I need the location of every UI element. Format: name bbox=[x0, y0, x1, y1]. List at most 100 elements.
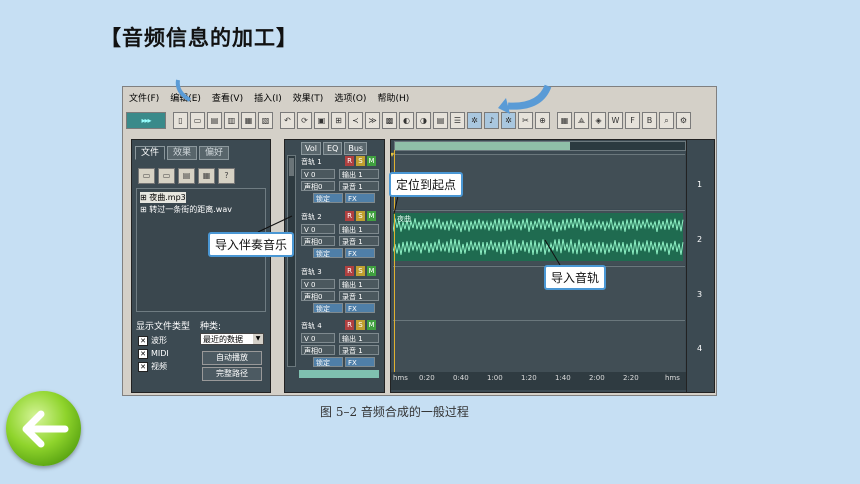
kind-select[interactable]: 最近的数据 ▼ bbox=[200, 333, 264, 345]
new-file-icon[interactable]: ▯ bbox=[173, 111, 188, 129]
file-item[interactable]: ⊞ 夜曲.mp3 bbox=[140, 192, 186, 203]
open-file-icon[interactable]: ▭ bbox=[190, 111, 205, 129]
cut-icon[interactable]: ✂ bbox=[518, 111, 533, 129]
stretch-icon[interactable]: ▤ bbox=[433, 111, 448, 129]
volume-field[interactable]: V 0 bbox=[301, 279, 335, 289]
solo-button[interactable]: S bbox=[356, 266, 365, 276]
trim-icon[interactable]: ✲ bbox=[501, 111, 516, 129]
align-icon[interactable]: ♪ bbox=[484, 111, 499, 129]
track-lane[interactable]: 夜曲 bbox=[392, 210, 685, 265]
fx-button[interactable]: FX bbox=[345, 357, 375, 367]
back-button[interactable] bbox=[6, 391, 81, 466]
pan-field[interactable]: 声相0 bbox=[301, 291, 335, 301]
menu-help[interactable]: 帮助(H) bbox=[377, 91, 409, 104]
record-field[interactable]: 录音 1 bbox=[339, 291, 379, 301]
menu-edit[interactable]: 编辑(E) bbox=[170, 91, 201, 104]
envelope-icon[interactable]: ≺ bbox=[348, 111, 363, 129]
merge-icon[interactable]: ▦ bbox=[557, 111, 572, 129]
menu-view[interactable]: 查看(V) bbox=[212, 91, 243, 104]
snap-icon[interactable]: ≫ bbox=[365, 111, 380, 129]
undo-icon[interactable]: ↶ bbox=[280, 111, 295, 129]
bpm-icon[interactable]: B bbox=[642, 111, 657, 129]
menu-effects[interactable]: 效果(T) bbox=[293, 91, 324, 104]
solo-button[interactable]: S bbox=[356, 320, 365, 330]
save-icon[interactable]: ▤ bbox=[207, 111, 222, 129]
edit-icon[interactable]: ▣ bbox=[314, 111, 329, 129]
print-icon[interactable]: ▥ bbox=[224, 111, 239, 129]
marker-icon[interactable]: ◑ bbox=[416, 111, 431, 129]
auto-play-button[interactable]: 自动播放 bbox=[202, 351, 262, 365]
group-icon[interactable]: ⟁ bbox=[574, 111, 589, 129]
wet-icon[interactable]: W bbox=[608, 111, 623, 129]
copy-icon[interactable]: ▦ bbox=[241, 111, 256, 129]
tab-vol[interactable]: Vol bbox=[301, 142, 321, 155]
output-field[interactable]: 输出 1 bbox=[339, 224, 379, 234]
open-folder-icon[interactable]: ▭ bbox=[138, 168, 155, 184]
horizontal-scrollbar[interactable] bbox=[394, 141, 686, 151]
tab-files[interactable]: 文件 bbox=[135, 146, 166, 160]
record-button[interactable]: R bbox=[345, 156, 354, 166]
tab-bus[interactable]: Bus bbox=[344, 142, 368, 155]
playhead-marker-icon[interactable]: ▾ bbox=[391, 150, 394, 159]
output-field[interactable]: 输出 1 bbox=[339, 333, 379, 343]
file-type-wave[interactable]: ✕ 波形 bbox=[138, 335, 167, 346]
file-item[interactable]: ⊞ 转过一条街的距离.wav bbox=[140, 204, 232, 215]
import-icon[interactable]: ▭ bbox=[158, 168, 175, 184]
insert-icon[interactable]: ▦ bbox=[198, 168, 215, 184]
effect-icon[interactable]: ◐ bbox=[399, 111, 414, 129]
output-field[interactable]: 输出 1 bbox=[339, 279, 379, 289]
solo-button[interactable]: S bbox=[356, 156, 365, 166]
mix-icon[interactable]: ▩ bbox=[382, 111, 397, 129]
record-button[interactable]: R bbox=[345, 211, 354, 221]
volume-field[interactable]: V 0 bbox=[301, 224, 335, 234]
waveform-clip[interactable]: 夜曲 bbox=[392, 211, 685, 265]
menu-insert[interactable]: 插入(I) bbox=[254, 91, 282, 104]
record-field[interactable]: 录音 1 bbox=[339, 181, 379, 191]
lock-button[interactable]: 锁定 bbox=[313, 303, 343, 313]
fx-button[interactable]: FX bbox=[345, 303, 375, 313]
record-button[interactable]: R bbox=[345, 266, 354, 276]
record-field[interactable]: 录音 1 bbox=[339, 236, 379, 246]
tab-eq[interactable]: EQ bbox=[322, 142, 343, 155]
tab-favorites[interactable]: 偏好 bbox=[199, 146, 230, 160]
help-icon[interactable]: ? bbox=[218, 168, 235, 184]
lock-button[interactable]: 锁定 bbox=[313, 357, 343, 367]
menu-options[interactable]: 选项(O) bbox=[334, 91, 366, 104]
mute-button[interactable]: M bbox=[367, 320, 376, 330]
pan-field[interactable]: 声相0 bbox=[301, 345, 335, 355]
output-field[interactable]: 输出 1 bbox=[339, 169, 379, 179]
track-lane[interactable] bbox=[393, 320, 685, 375]
search-icon[interactable]: ⌕ bbox=[659, 111, 674, 129]
tab-effects[interactable]: 效果 bbox=[167, 146, 198, 160]
file-type-midi[interactable]: ✕ MIDI bbox=[138, 348, 169, 359]
close-file-icon[interactable]: ▤ bbox=[178, 168, 195, 184]
checkbox[interactable]: ✕ bbox=[138, 348, 148, 359]
track-lane[interactable] bbox=[393, 266, 685, 321]
mixer-scrollbar[interactable] bbox=[287, 155, 296, 367]
lock-button[interactable]: 锁定 bbox=[313, 193, 343, 203]
checkbox[interactable]: ✕ bbox=[138, 335, 148, 346]
lock-button[interactable]: 锁定 bbox=[313, 248, 343, 258]
paste-icon[interactable]: ▧ bbox=[258, 111, 273, 129]
pan-field[interactable]: 声相0 bbox=[301, 236, 335, 246]
mute-button[interactable]: M bbox=[367, 156, 376, 166]
mute-button[interactable]: M bbox=[367, 266, 376, 276]
pitch-icon[interactable]: ☰ bbox=[450, 111, 465, 129]
record-field[interactable]: 录音 1 bbox=[339, 345, 379, 355]
loop-icon[interactable]: ⟳ bbox=[297, 111, 312, 129]
time-ruler[interactable]: hms 0:20 0:40 1:00 1:20 1:40 2:00 2:20 h… bbox=[391, 372, 687, 390]
fx-button[interactable]: FX bbox=[345, 248, 375, 258]
full-path-button[interactable]: 完整路径 bbox=[202, 367, 262, 381]
split-icon[interactable]: ⊕ bbox=[535, 111, 550, 129]
record-button[interactable]: R bbox=[345, 320, 354, 330]
tools-icon[interactable]: ⚙ bbox=[676, 111, 691, 129]
fx-button[interactable]: FX bbox=[345, 193, 375, 203]
noise-icon[interactable]: ✲ bbox=[467, 111, 482, 129]
volume-field[interactable]: V 0 bbox=[301, 333, 335, 343]
volume-field[interactable]: V 0 bbox=[301, 169, 335, 179]
file-type-video[interactable]: ✕ 视频 bbox=[138, 361, 167, 372]
solo-button[interactable]: S bbox=[356, 211, 365, 221]
menu-file[interactable]: 文件(F) bbox=[129, 91, 159, 104]
pan-field[interactable]: 声相0 bbox=[301, 181, 335, 191]
mute-button[interactable]: M bbox=[367, 211, 376, 221]
